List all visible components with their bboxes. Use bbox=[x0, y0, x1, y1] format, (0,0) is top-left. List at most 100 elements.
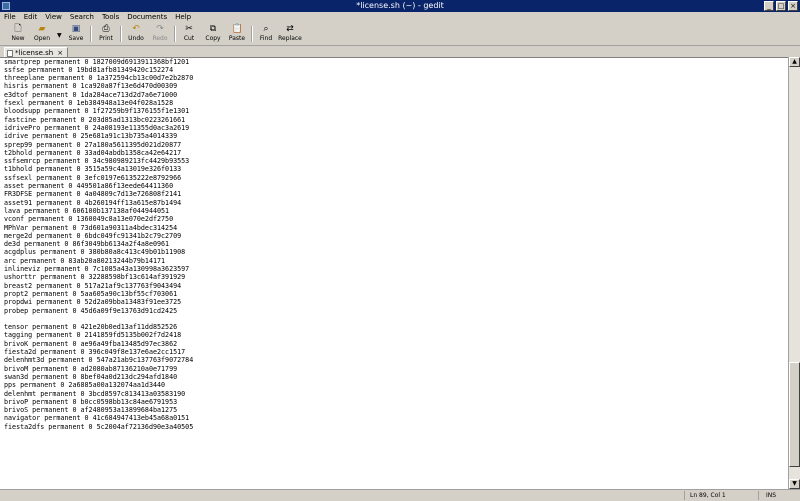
text-line: e3dtof permanent 0 1da284ace713d2d7a6e71… bbox=[4, 90, 178, 99]
find-button[interactable]: ⌕ Find bbox=[254, 24, 278, 44]
open-recent-dropdown-icon[interactable]: ▼ bbox=[57, 32, 62, 39]
cut-icon: ✂ bbox=[185, 24, 193, 34]
window-title: *license.sh (~) - gedit bbox=[356, 1, 444, 10]
undo-label: Undo bbox=[128, 35, 144, 42]
redo-button[interactable]: ↷ Redo bbox=[148, 24, 172, 44]
text-line: t2bhold permanent 0 33ad04abdb1358ca42e6… bbox=[4, 148, 182, 157]
copy-icon: ⧉ bbox=[209, 24, 217, 34]
text-line: vconf permanent 0 1360049c8a13e070e2df27… bbox=[4, 215, 174, 224]
text-editor[interactable]: smartprep permanent 0 1827009d6913911368… bbox=[0, 57, 788, 490]
text-line: smartprep permanent 0 1827009d6913911368… bbox=[4, 57, 190, 66]
gedit-window: *license.sh (~) - gedit _ □ × File Edit … bbox=[0, 0, 800, 501]
status-separator bbox=[758, 491, 759, 500]
text-line: hisris permanent 0 1ca920a87f13e6d470d00… bbox=[4, 82, 178, 91]
print-icon: ⎙ bbox=[102, 24, 110, 34]
cut-button[interactable]: ✂ Cut bbox=[177, 24, 201, 44]
replace-icon: ⇄ bbox=[286, 24, 294, 34]
text-line: acgdplus permanent 0 380b80a8c413c49b01b… bbox=[4, 248, 186, 257]
toolbar-separator bbox=[120, 26, 122, 42]
text-line: brivoM permanent 0 ad2080ab87136210a0e71… bbox=[4, 364, 178, 373]
replace-button[interactable]: ⇄ Replace bbox=[278, 24, 302, 44]
vertical-scrollbar[interactable]: ▲ ▼ bbox=[788, 57, 800, 489]
save-icon: ▣ bbox=[71, 24, 81, 34]
open-folder-icon: ▰ bbox=[38, 24, 46, 34]
scroll-down-icon[interactable]: ▼ bbox=[789, 479, 800, 489]
print-button[interactable]: ⎙ Print bbox=[94, 24, 118, 44]
cursor-position: Ln 89, Col 1 bbox=[690, 492, 726, 499]
menu-file[interactable]: File bbox=[0, 12, 20, 23]
text-line: fastcine permanent 0 203d85ad1313bc02232… bbox=[4, 115, 186, 124]
menu-documents[interactable]: Documents bbox=[123, 12, 171, 23]
status-separator bbox=[684, 491, 685, 500]
text-line: merge2d permanent 0 6bdc049fc91341b2c79c… bbox=[4, 231, 182, 240]
text-line: ssfse permanent 0 19bd81afb81349420c1522… bbox=[4, 65, 174, 74]
new-document-icon: 🗋 bbox=[14, 24, 22, 34]
text-line: brivoK permanent 0 ae96a49fba13485d97ec3… bbox=[4, 339, 178, 348]
save-button[interactable]: ▣ Save bbox=[64, 24, 88, 44]
text-line: propt2 permanent 0 5aa605a90c13bf55cf703… bbox=[4, 289, 178, 298]
text-line: bloodsupp permanent 0 1f27259b9f1376155f… bbox=[4, 107, 190, 116]
toolbar-separator bbox=[251, 26, 253, 42]
copy-button[interactable]: ⧉ Copy bbox=[201, 24, 225, 44]
text-line: asset91 permanent 0 4b260194ff13a615e87b… bbox=[4, 198, 182, 207]
text-line: fsexl permanent 0 1eb384948a13e04f028a15… bbox=[4, 99, 174, 107]
text-line: swan3d permanent 0 8bef04a0d213dc294afd1… bbox=[4, 372, 178, 381]
minimize-button[interactable]: _ bbox=[764, 1, 774, 11]
open-button[interactable]: ▰ Open bbox=[30, 24, 54, 44]
text-line: de3d permanent 0 86f3049bb6134a2f4a8e096… bbox=[4, 240, 170, 249]
status-bar: Ln 89, Col 1 INS bbox=[0, 489, 800, 501]
text-line: navigator permanent 0 41c684947413eb45a6… bbox=[4, 414, 190, 423]
insert-mode: INS bbox=[766, 492, 777, 499]
find-icon: ⌕ bbox=[263, 24, 269, 34]
maximize-button[interactable]: □ bbox=[776, 1, 786, 11]
menu-view[interactable]: View bbox=[41, 12, 66, 23]
menu-tools[interactable]: Tools bbox=[98, 12, 123, 23]
text-line: lava permanent 0 606100b137138af04494405… bbox=[4, 206, 170, 215]
text-line: arc permanent 0 83ab20a80213244b79b14171 bbox=[4, 256, 166, 265]
print-label: Print bbox=[99, 35, 113, 42]
document-tabs: *license.sh × bbox=[0, 46, 800, 58]
paste-button[interactable]: 📋 Paste bbox=[225, 24, 249, 44]
text-line: brivoS permanent 0 af2480953a13899684ba1… bbox=[4, 406, 178, 415]
text-line: delenhmt3d permanent 0 547a21ab9c137763f… bbox=[4, 356, 194, 365]
close-window-button[interactable]: × bbox=[788, 1, 798, 11]
scroll-up-icon[interactable]: ▲ bbox=[789, 57, 800, 67]
text-line: threeplane permanent 0 1a372594cb13c00d7… bbox=[4, 74, 194, 83]
menu-search[interactable]: Search bbox=[66, 12, 98, 23]
toolbar-separator bbox=[174, 26, 176, 42]
save-label: Save bbox=[68, 35, 84, 42]
text-line: probep permanent 0 45d6a09f9e13763d91cd2… bbox=[4, 306, 178, 315]
text-line: t1bhold permanent 0 3515a59c4a13019e326f… bbox=[4, 165, 182, 174]
menu-help[interactable]: Help bbox=[171, 12, 195, 23]
text-line: FR3DFSE permanent 0 4a04809c7d13e726808f… bbox=[4, 190, 182, 199]
new-label: New bbox=[11, 35, 25, 42]
text-line: brivoP permanent 0 b0cc0598bb13c84ae6791… bbox=[4, 397, 178, 406]
text-line: tensor permanent 0 421e20b0ed13af11dd852… bbox=[4, 323, 178, 332]
undo-icon: ↶ bbox=[132, 24, 140, 34]
text-line: propdwi permanent 0 52d2a09bba13483f91ee… bbox=[4, 298, 182, 307]
cut-label: Cut bbox=[183, 35, 195, 42]
text-line: delenhmt permanent 0 3bcd8597c813413a035… bbox=[4, 389, 186, 398]
paste-icon: 📋 bbox=[231, 24, 243, 34]
text-line: ssfsexl permanent 0 3efc0197e6135222e879… bbox=[4, 173, 182, 182]
text-line: ushorttr permanent 0 32288598bf13c614af3… bbox=[4, 273, 186, 282]
open-label: Open bbox=[33, 35, 51, 42]
new-button[interactable]: 🗋 New bbox=[6, 24, 30, 44]
text-line: tagging permanent 0 2141859fd5135b002f7d… bbox=[4, 331, 182, 340]
text-line: inlineviz permanent 0 7c1085a43a130998a3… bbox=[4, 265, 190, 273]
toolbar: 🗋 New ▰ Open ▼ ▣ Save ⎙ Print ↶ Undo ↷ R… bbox=[0, 23, 800, 46]
text-line: asset permanent 0 449501a86f13eede644113… bbox=[4, 182, 174, 190]
find-label: Find bbox=[259, 35, 273, 42]
toolbar-separator bbox=[90, 26, 92, 42]
text-line: pps permanent 0 2a6885a00a132074aa1d3440 bbox=[4, 381, 166, 390]
undo-button[interactable]: ↶ Undo bbox=[124, 24, 148, 44]
menu-bar: File Edit View Search Tools Documents He… bbox=[0, 12, 800, 23]
title-bar[interactable]: *license.sh (~) - gedit _ □ × bbox=[0, 0, 800, 12]
redo-label: Redo bbox=[152, 35, 168, 42]
replace-label: Replace bbox=[278, 35, 302, 42]
text-line: ssfsemrcp permanent 0 34c980989213fc4429… bbox=[4, 157, 190, 166]
scrollbar-thumb[interactable] bbox=[789, 362, 800, 467]
menu-edit[interactable]: Edit bbox=[20, 12, 42, 23]
text-line: idrivePro permanent 0 24a08193e11355d0ac… bbox=[4, 123, 190, 132]
text-line: breast2 permanent 0 517a21af9c137763f904… bbox=[4, 281, 182, 290]
